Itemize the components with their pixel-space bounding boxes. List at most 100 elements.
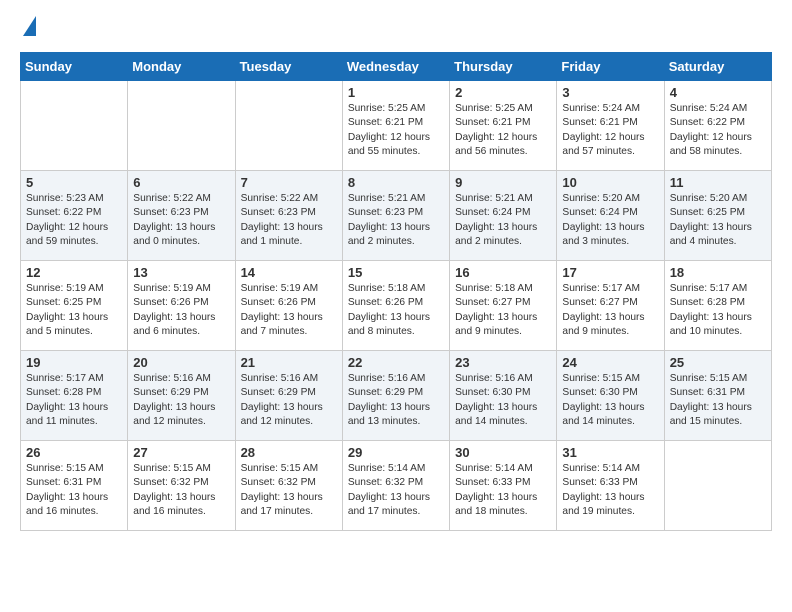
cell-details: Sunrise: 5:24 AM Sunset: 6:22 PM Dayligh… <box>670 102 766 159</box>
calendar-cell: 30 Sunrise: 5:14 AM Sunset: 6:33 PM Dayli… <box>450 441 557 531</box>
cell-details: Sunrise: 5:25 AM Sunset: 6:21 PM Dayligh… <box>455 102 551 159</box>
week-row-3: 12 Sunrise: 5:19 AM Sunset: 6:25 PM Dayli… <box>21 261 772 351</box>
cell-details: Sunrise: 5:25 AM Sunset: 6:21 PM Dayligh… <box>348 102 444 159</box>
cell-details: Sunrise: 5:14 AM Sunset: 6:33 PM Dayligh… <box>455 462 551 519</box>
day-number: 22 <box>348 355 444 370</box>
calendar-cell: 31 Sunrise: 5:14 AM Sunset: 6:33 PM Dayli… <box>557 441 664 531</box>
calendar-cell <box>235 81 342 171</box>
cell-details: Sunrise: 5:18 AM Sunset: 6:27 PM Dayligh… <box>455 282 551 339</box>
calendar-cell: 2 Sunrise: 5:25 AM Sunset: 6:21 PM Daylig… <box>450 81 557 171</box>
day-number: 31 <box>562 445 658 460</box>
cell-details: Sunrise: 5:14 AM Sunset: 6:32 PM Dayligh… <box>348 462 444 519</box>
week-row-4: 19 Sunrise: 5:17 AM Sunset: 6:28 PM Dayli… <box>21 351 772 441</box>
day-number: 1 <box>348 85 444 100</box>
cell-details: Sunrise: 5:19 AM Sunset: 6:25 PM Dayligh… <box>26 282 122 339</box>
day-number: 18 <box>670 265 766 280</box>
calendar-cell: 24 Sunrise: 5:15 AM Sunset: 6:30 PM Dayli… <box>557 351 664 441</box>
calendar-cell: 10 Sunrise: 5:20 AM Sunset: 6:24 PM Dayli… <box>557 171 664 261</box>
calendar-cell: 20 Sunrise: 5:16 AM Sunset: 6:29 PM Dayli… <box>128 351 235 441</box>
calendar-cell: 27 Sunrise: 5:15 AM Sunset: 6:32 PM Dayli… <box>128 441 235 531</box>
day-number: 10 <box>562 175 658 190</box>
cell-details: Sunrise: 5:16 AM Sunset: 6:30 PM Dayligh… <box>455 372 551 429</box>
day-number: 28 <box>241 445 337 460</box>
day-number: 27 <box>133 445 229 460</box>
calendar-cell: 8 Sunrise: 5:21 AM Sunset: 6:23 PM Daylig… <box>342 171 449 261</box>
cell-details: Sunrise: 5:15 AM Sunset: 6:31 PM Dayligh… <box>670 372 766 429</box>
cell-details: Sunrise: 5:18 AM Sunset: 6:26 PM Dayligh… <box>348 282 444 339</box>
day-number: 14 <box>241 265 337 280</box>
calendar-cell: 12 Sunrise: 5:19 AM Sunset: 6:25 PM Dayli… <box>21 261 128 351</box>
cell-details: Sunrise: 5:16 AM Sunset: 6:29 PM Dayligh… <box>133 372 229 429</box>
day-number: 16 <box>455 265 551 280</box>
week-row-2: 5Sunrise: 5:23 AM Sunset: 6:22 PM Daylig… <box>21 171 772 261</box>
day-number: 9 <box>455 175 551 190</box>
cell-details: Sunrise: 5:15 AM Sunset: 6:30 PM Dayligh… <box>562 372 658 429</box>
day-number: 5 <box>26 175 122 190</box>
calendar-cell <box>21 81 128 171</box>
week-row-1: 1 Sunrise: 5:25 AM Sunset: 6:21 PM Daylig… <box>21 81 772 171</box>
calendar-cell: 1 Sunrise: 5:25 AM Sunset: 6:21 PM Daylig… <box>342 81 449 171</box>
day-number: 19 <box>26 355 122 370</box>
calendar-cell <box>128 81 235 171</box>
day-number: 6 <box>133 175 229 190</box>
col-header-monday: Monday <box>128 53 235 81</box>
cell-details: Sunrise: 5:20 AM Sunset: 6:24 PM Dayligh… <box>562 192 658 249</box>
cell-details: Sunrise: 5:19 AM Sunset: 6:26 PM Dayligh… <box>241 282 337 339</box>
cell-details: Sunrise: 5:19 AM Sunset: 6:26 PM Dayligh… <box>133 282 229 339</box>
calendar-cell: 16 Sunrise: 5:18 AM Sunset: 6:27 PM Dayli… <box>450 261 557 351</box>
day-number: 30 <box>455 445 551 460</box>
day-number: 7 <box>241 175 337 190</box>
day-number: 20 <box>133 355 229 370</box>
calendar-cell: 13 Sunrise: 5:19 AM Sunset: 6:26 PM Dayli… <box>128 261 235 351</box>
calendar-cell: 23 Sunrise: 5:16 AM Sunset: 6:30 PM Dayli… <box>450 351 557 441</box>
cell-details: Sunrise: 5:17 AM Sunset: 6:27 PM Dayligh… <box>562 282 658 339</box>
day-number: 12 <box>26 265 122 280</box>
calendar-cell <box>664 441 771 531</box>
calendar-cell: 5Sunrise: 5:23 AM Sunset: 6:22 PM Daylig… <box>21 171 128 261</box>
day-number: 13 <box>133 265 229 280</box>
calendar-cell: 9 Sunrise: 5:21 AM Sunset: 6:24 PM Daylig… <box>450 171 557 261</box>
logo-icon <box>23 16 36 36</box>
calendar-cell: 22 Sunrise: 5:16 AM Sunset: 6:29 PM Dayli… <box>342 351 449 441</box>
cell-details: Sunrise: 5:21 AM Sunset: 6:24 PM Dayligh… <box>455 192 551 249</box>
header-row: SundayMondayTuesdayWednesdayThursdayFrid… <box>21 53 772 81</box>
logo <box>20 20 36 36</box>
day-number: 3 <box>562 85 658 100</box>
week-row-5: 26 Sunrise: 5:15 AM Sunset: 6:31 PM Dayli… <box>21 441 772 531</box>
cell-details: Sunrise: 5:21 AM Sunset: 6:23 PM Dayligh… <box>348 192 444 249</box>
day-number: 2 <box>455 85 551 100</box>
cell-details: Sunrise: 5:15 AM Sunset: 6:31 PM Dayligh… <box>26 462 122 519</box>
day-number: 4 <box>670 85 766 100</box>
calendar-cell: 26 Sunrise: 5:15 AM Sunset: 6:31 PM Dayli… <box>21 441 128 531</box>
day-number: 26 <box>26 445 122 460</box>
calendar-cell: 11Sunrise: 5:20 AM Sunset: 6:25 PM Dayli… <box>664 171 771 261</box>
day-number: 23 <box>455 355 551 370</box>
calendar-cell: 4 Sunrise: 5:24 AM Sunset: 6:22 PM Daylig… <box>664 81 771 171</box>
calendar-cell: 6 Sunrise: 5:22 AM Sunset: 6:23 PM Daylig… <box>128 171 235 261</box>
cell-details: Sunrise: 5:16 AM Sunset: 6:29 PM Dayligh… <box>348 372 444 429</box>
cell-details: Sunrise: 5:17 AM Sunset: 6:28 PM Dayligh… <box>670 282 766 339</box>
calendar-cell: 29 Sunrise: 5:14 AM Sunset: 6:32 PM Dayli… <box>342 441 449 531</box>
day-number: 24 <box>562 355 658 370</box>
day-number: 15 <box>348 265 444 280</box>
day-number: 11 <box>670 175 766 190</box>
cell-details: Sunrise: 5:24 AM Sunset: 6:21 PM Dayligh… <box>562 102 658 159</box>
calendar-cell: 19 Sunrise: 5:17 AM Sunset: 6:28 PM Dayli… <box>21 351 128 441</box>
cell-details: Sunrise: 5:22 AM Sunset: 6:23 PM Dayligh… <box>133 192 229 249</box>
day-number: 21 <box>241 355 337 370</box>
day-number: 8 <box>348 175 444 190</box>
calendar-cell: 25Sunrise: 5:15 AM Sunset: 6:31 PM Dayli… <box>664 351 771 441</box>
col-header-friday: Friday <box>557 53 664 81</box>
cell-details: Sunrise: 5:17 AM Sunset: 6:28 PM Dayligh… <box>26 372 122 429</box>
col-header-thursday: Thursday <box>450 53 557 81</box>
page-header <box>20 20 772 36</box>
col-header-wednesday: Wednesday <box>342 53 449 81</box>
cell-details: Sunrise: 5:15 AM Sunset: 6:32 PM Dayligh… <box>241 462 337 519</box>
cell-details: Sunrise: 5:14 AM Sunset: 6:33 PM Dayligh… <box>562 462 658 519</box>
calendar-cell: 18 Sunrise: 5:17 AM Sunset: 6:28 PM Dayli… <box>664 261 771 351</box>
cell-details: Sunrise: 5:15 AM Sunset: 6:32 PM Dayligh… <box>133 462 229 519</box>
calendar-cell: 17Sunrise: 5:17 AM Sunset: 6:27 PM Dayli… <box>557 261 664 351</box>
col-header-tuesday: Tuesday <box>235 53 342 81</box>
calendar-cell: 7Sunrise: 5:22 AM Sunset: 6:23 PM Daylig… <box>235 171 342 261</box>
day-number: 29 <box>348 445 444 460</box>
